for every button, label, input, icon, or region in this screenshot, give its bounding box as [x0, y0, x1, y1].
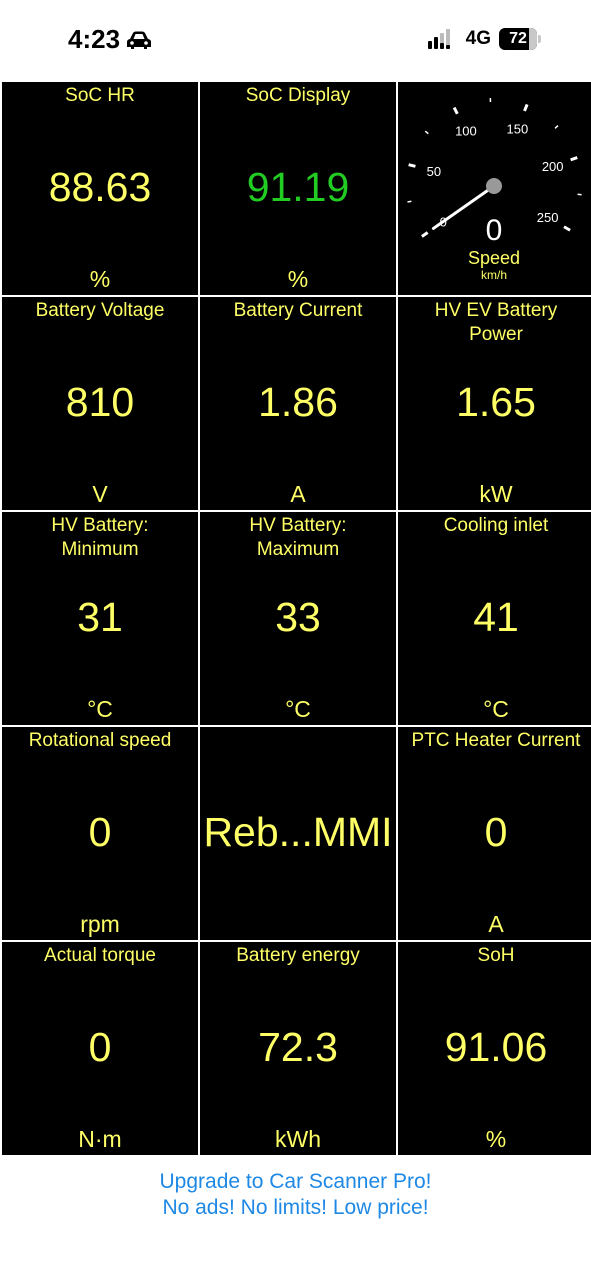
tile-label: Battery Current — [233, 300, 363, 321]
tile-unit: % — [89, 266, 111, 292]
battery-level: 72 — [509, 30, 527, 47]
signal-icon — [427, 29, 450, 49]
tile-speed-gauge[interactable]: 050100150200250 0 Speed km/h — [398, 82, 591, 295]
tile-unit: A — [488, 911, 504, 937]
tile-label: HV Battery: Minimum — [51, 515, 149, 560]
status-indicators: 4G 72 — [427, 28, 541, 50]
tile-battery-current[interactable]: Battery Current 1.86 A — [200, 297, 396, 510]
ad-line-1[interactable]: Upgrade to Car Scanner Pro! — [0, 1169, 591, 1195]
tile-label: PTC Heater Current — [411, 730, 581, 751]
tile-label: HV EV Battery Power — [434, 300, 558, 345]
tile-value: 91.06 — [444, 1024, 548, 1070]
tile-unit: °C — [87, 696, 113, 722]
tile-unit: % — [287, 266, 309, 292]
ad-line-2[interactable]: No ads! No limits! Low price! — [0, 1195, 591, 1221]
tile-ptc-heater-current[interactable]: PTC Heater Current 0 A — [398, 727, 591, 940]
status-time-group: 4:23 — [68, 24, 152, 55]
gauge-tick — [554, 125, 559, 129]
dashboard-grid: SoC HR 88.63 % SoC Display 91.19 % 0 50 10… — [0, 82, 591, 1158]
gauge-tick — [421, 231, 429, 238]
tile-label: Battery energy — [236, 945, 360, 966]
tile-value: 91.19 — [246, 164, 350, 210]
battery-icon: 72 — [499, 28, 541, 50]
tile-unit: °C — [285, 696, 311, 722]
tile-label: Actual torque — [44, 945, 156, 966]
gauge-tick — [523, 103, 529, 112]
gauge-tick-label: 150 — [506, 122, 528, 137]
tile-label: Cooling inlet — [443, 515, 549, 536]
gauge-label: Speed — [468, 248, 520, 268]
tile-unit: kWh — [275, 1126, 321, 1152]
tile-value: 810 — [65, 379, 135, 425]
battery-empty-portion — [529, 28, 537, 50]
tile-soh[interactable]: SoH 91.06 % — [398, 942, 591, 1155]
tile-unit: N·m — [78, 1126, 122, 1152]
status-bar: 4:23 4G 72 — [0, 0, 591, 82]
tile-battery-energy[interactable]: Battery energy 72.3 kWh — [200, 942, 396, 1155]
tile-label: HV Battery: Maximum — [249, 515, 347, 560]
tile-value: 41 — [473, 594, 519, 640]
tile-soc-hr[interactable]: SoC HR 88.63 % — [2, 82, 198, 295]
tile-value: 0 — [88, 1024, 112, 1070]
tile-label: SoC HR — [65, 85, 135, 106]
gauge-tick-label: 50 — [427, 164, 441, 179]
tile-hv-battery-min[interactable]: HV Battery: Minimum 31 °C — [2, 512, 198, 725]
tile-unit: A — [290, 481, 306, 507]
tile-label: SoH — [477, 945, 515, 966]
gauge-unit: km/h — [481, 268, 507, 282]
tile-unit: % — [485, 1126, 507, 1152]
tile-value: 72.3 — [258, 1024, 338, 1070]
speed-gauge: 050100150200250 0 Speed km/h — [407, 98, 582, 282]
tile-value: 0 — [484, 809, 508, 855]
tile-unit: kW — [479, 481, 513, 507]
gauge-tick-label: 250 — [537, 210, 559, 225]
tile-text-status[interactable]: Reb...MMI — [200, 727, 396, 940]
network-type: 4G — [465, 28, 491, 49]
tile-value: 88.63 — [48, 164, 152, 210]
tile-unit: °C — [483, 696, 509, 722]
car-icon — [127, 31, 152, 49]
gauge-tick — [424, 130, 429, 135]
tile-unit: V — [92, 481, 108, 507]
tile-value: 33 — [275, 594, 321, 640]
tile-battery-voltage[interactable]: Battery Voltage 810 V — [2, 297, 198, 510]
gauge-tick — [563, 225, 571, 232]
tile-actual-torque[interactable]: Actual torque 0 N·m — [2, 942, 198, 1155]
gauge-tick — [408, 163, 416, 168]
gauge-value: 0 — [486, 214, 503, 247]
tile-cooling-inlet[interactable]: Cooling inlet 41 °C — [398, 512, 591, 725]
gauge-tick — [452, 106, 459, 115]
gauge-tick — [570, 156, 578, 162]
tile-unit: rpm — [80, 911, 120, 937]
clock: 4:23 — [68, 24, 121, 54]
gauge-tick — [407, 200, 412, 203]
upgrade-ad-banner[interactable]: Upgrade to Car Scanner Pro! No ads! No l… — [0, 1158, 591, 1280]
gauge-tick-label: 200 — [542, 159, 564, 174]
gauge-tick-label: 100 — [455, 124, 477, 139]
battery-body: 72 — [499, 28, 537, 50]
tile-value: 31 — [77, 594, 123, 640]
tile-label: Rotational speed — [28, 730, 172, 751]
tile-hv-battery-power[interactable]: HV EV Battery Power 1.65 kW — [398, 297, 591, 510]
tile-rotational-speed[interactable]: Rotational speed 0 rpm — [2, 727, 198, 940]
tile-value: 1.65 — [456, 379, 536, 425]
battery-tip — [538, 35, 541, 43]
tile-soc-display[interactable]: SoC Display 91.19 % — [200, 82, 396, 295]
tile-hv-battery-max[interactable]: HV Battery: Maximum 33 °C — [200, 512, 396, 725]
tile-value: Reb...MMI — [203, 809, 393, 855]
tile-value: 0 — [88, 809, 112, 855]
tile-label: Battery Voltage — [35, 300, 165, 321]
tile-label: SoC Display — [245, 85, 351, 106]
tile-value: 1.86 — [258, 379, 338, 425]
gauge-hub — [486, 178, 502, 194]
